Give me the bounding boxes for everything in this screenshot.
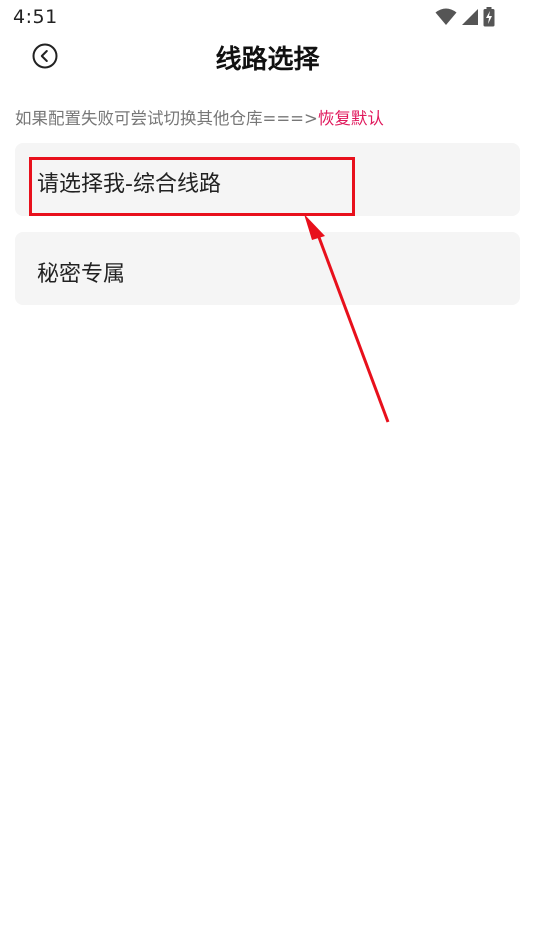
route-item-label: 秘密专属: [37, 262, 126, 287]
route-item-label: 请选择我-综合线路: [37, 172, 221, 197]
route-select-screen: 4:51 线路选择 如果配置失败可尝试切换其他仓库===>恢复默认 请选择我-综…: [0, 0, 535, 951]
config-hint-text: 如果配置失败可尝试切换其他仓库===>: [15, 109, 318, 128]
status-bar: 4:51: [0, 0, 535, 36]
page-title: 线路选择: [215, 45, 320, 75]
signal-icon: [462, 9, 478, 25]
restore-default-link[interactable]: 恢复默认: [318, 109, 384, 128]
wifi-icon: [435, 8, 457, 25]
config-hint: 如果配置失败可尝试切换其他仓库===>恢复默认: [15, 105, 384, 129]
status-time: 4:51: [13, 6, 58, 28]
route-item-secret[interactable]: 秘密专属: [15, 232, 520, 305]
status-icons: [435, 7, 495, 27]
app-header: 线路选择: [0, 36, 535, 78]
battery-charging-icon: [483, 7, 495, 27]
route-item-comprehensive[interactable]: 请选择我-综合线路: [15, 143, 520, 216]
